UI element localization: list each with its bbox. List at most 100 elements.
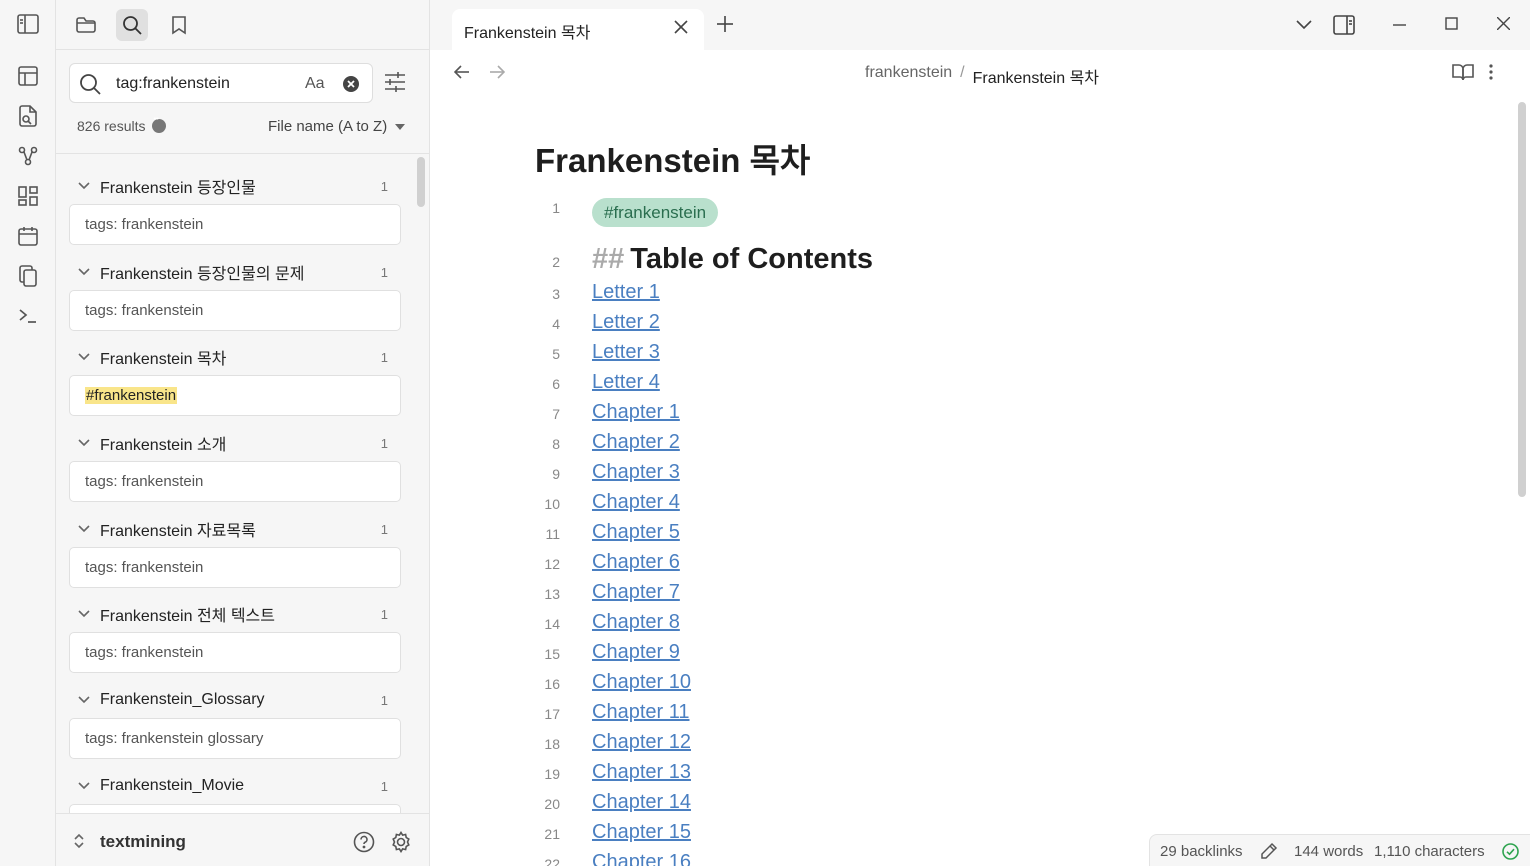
inline-title[interactable]: Frankenstein 목차 (535, 134, 810, 182)
line-number: 17 (544, 706, 560, 722)
toc-link[interactable]: Letter 2 (592, 311, 660, 334)
toc-link[interactable]: Chapter 5 (592, 521, 680, 544)
match-case-toggle[interactable]: Aa (305, 75, 325, 93)
toc-link[interactable]: Chapter 12 (592, 731, 691, 754)
dashboard-icon[interactable] (14, 182, 42, 210)
chevron-down-icon[interactable] (78, 353, 92, 361)
clear-search-icon[interactable] (342, 75, 360, 93)
close-window-icon[interactable] (1497, 17, 1510, 30)
result-match-snippet[interactable]: #frankenstein (69, 375, 401, 416)
search-input[interactable]: tag:frankenstein Aa (69, 63, 373, 103)
chevron-down-icon[interactable] (78, 782, 92, 790)
search-icon[interactable] (116, 9, 148, 41)
minimize-icon[interactable] (1393, 24, 1406, 26)
status-bar: 29 backlinks 144 words 1,110 characters (1149, 834, 1530, 866)
breadcrumb-folder[interactable]: frankenstein (865, 64, 952, 88)
arrow-left-icon[interactable] (454, 65, 470, 79)
toc-link[interactable]: Chapter 15 (592, 821, 691, 844)
toc-link[interactable]: Chapter 8 (592, 611, 680, 634)
left-sidebar: tag:frankenstein Aa 826 results File nam… (56, 0, 430, 866)
toc-link[interactable]: Chapter 2 (592, 431, 680, 454)
book-open-icon[interactable] (1452, 63, 1474, 81)
help-icon[interactable] (353, 831, 375, 853)
search-icon (79, 73, 101, 95)
line-number: 7 (552, 406, 560, 422)
chevron-down-icon[interactable] (78, 610, 92, 618)
chevron-down-icon[interactable] (78, 268, 92, 276)
sidebar-toggle-icon[interactable] (14, 10, 42, 38)
arrow-right-icon[interactable] (489, 65, 505, 79)
result-file-header[interactable]: Frankenstein_Glossary 1 (78, 688, 398, 712)
result-match-snippet[interactable]: tags: frankenstein (69, 290, 401, 331)
toc-link[interactable]: Letter 4 (592, 371, 660, 394)
line-number: 10 (544, 496, 560, 512)
results-scrollbar[interactable] (417, 157, 425, 207)
search-settings-icon[interactable] (384, 71, 406, 93)
heading-table-of-contents[interactable]: ## Table of Contents (592, 243, 873, 276)
sidebar-tab-header (56, 0, 429, 50)
toc-link[interactable]: Chapter 14 (592, 791, 691, 814)
result-match-snippet[interactable] (69, 804, 401, 813)
result-match-snippet[interactable]: tags: frankenstein glossary (69, 718, 401, 759)
tab-bar: Frankenstein 목차 (430, 0, 1530, 50)
vault-switch-icon[interactable] (74, 833, 84, 849)
chevron-down-icon[interactable] (1296, 20, 1312, 30)
folder-icon[interactable] (70, 9, 102, 41)
toc-link[interactable]: Chapter 3 (592, 461, 680, 484)
more-vertical-icon[interactable] (1489, 63, 1493, 81)
chevron-down-icon[interactable] (78, 439, 92, 447)
toc-link[interactable]: Chapter 13 (592, 761, 691, 784)
result-match-snippet[interactable]: tags: frankenstein (69, 204, 401, 245)
toc-link[interactable]: Chapter 1 (592, 401, 680, 424)
new-tab-icon[interactable] (716, 15, 734, 33)
toc-link[interactable]: Chapter 9 (592, 641, 680, 664)
right-sidebar-toggle-icon[interactable] (1333, 15, 1355, 35)
terminal-icon[interactable] (14, 302, 42, 330)
chevron-down-icon[interactable] (78, 696, 92, 704)
result-file-header[interactable]: Frankenstein 등장인물 1 (78, 174, 398, 198)
tab-frankenstein-toc[interactable]: Frankenstein 목차 (452, 9, 704, 50)
tag-pill[interactable]: #frankenstein (592, 198, 719, 227)
line-number: 19 (544, 766, 560, 782)
result-file-header[interactable]: Frankenstein 등장인물의 문제 1 (78, 260, 398, 284)
document-search-icon[interactable] (14, 102, 42, 130)
result-file-header[interactable]: Frankenstein_Movie 1 (78, 774, 398, 798)
bookmark-icon[interactable] (163, 9, 195, 41)
graph-view-icon[interactable] (14, 142, 42, 170)
maximize-icon[interactable] (1445, 17, 1458, 30)
result-file-header[interactable]: Frankenstein 자료목록 1 (78, 517, 398, 541)
vault-name[interactable]: textmining (100, 832, 186, 852)
toc-link[interactable]: Chapter 7 (592, 581, 680, 604)
breadcrumb-file[interactable]: Frankenstein 목차 (973, 64, 1099, 88)
result-match-snippet[interactable]: tags: frankenstein (69, 461, 401, 502)
result-match-snippet[interactable]: tags: frankenstein (69, 632, 401, 673)
result-file-header[interactable]: Frankenstein 전체 텍스트 1 (78, 602, 398, 626)
sort-dropdown[interactable]: File name (A to Z) (268, 118, 406, 135)
toc-link[interactable]: Chapter 6 (592, 551, 680, 574)
pencil-icon[interactable] (1260, 842, 1278, 860)
chevron-down-icon[interactable] (78, 525, 92, 533)
search-query[interactable]: tag:frankenstein (116, 75, 230, 93)
result-match-snippet[interactable]: tags: frankenstein (69, 547, 401, 588)
toc-link[interactable]: Chapter 16 (592, 851, 691, 866)
result-file-header[interactable]: Frankenstein 목차 1 (78, 345, 398, 369)
toc-link[interactable]: Chapter 10 (592, 671, 691, 694)
backlinks-count[interactable]: 29 backlinks (1160, 843, 1243, 860)
copy-files-icon[interactable] (14, 262, 42, 290)
editor-scrollbar[interactable] (1518, 102, 1526, 497)
canvas-icon[interactable] (14, 62, 42, 90)
chevron-down-icon[interactable] (78, 182, 92, 190)
editor-pane[interactable]: Frankenstein 목차 1 2 3 4 5 6 7 8 9 10 11 12 13 14 15 16 1… (430, 96, 1530, 866)
more-options-icon[interactable] (152, 116, 167, 133)
toc-link[interactable]: Chapter 11 (592, 701, 689, 724)
result-file-header[interactable]: Frankenstein 소개 1 (78, 431, 398, 455)
line-number: 15 (544, 646, 560, 662)
gear-icon[interactable] (390, 831, 412, 853)
toc-link[interactable]: Letter 3 (592, 341, 660, 364)
calendar-icon[interactable] (14, 222, 42, 250)
close-icon[interactable] (674, 20, 688, 34)
line-number: 20 (544, 796, 560, 812)
sync-check-icon[interactable] (1502, 843, 1519, 860)
toc-link[interactable]: Chapter 4 (592, 491, 680, 514)
toc-link[interactable]: Letter 1 (592, 281, 660, 304)
